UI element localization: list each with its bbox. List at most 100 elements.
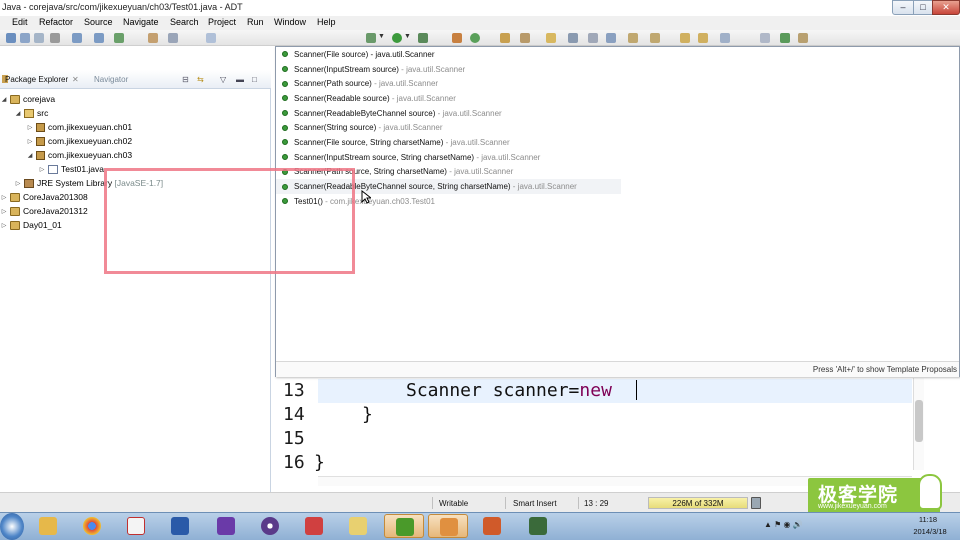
search-icon[interactable] xyxy=(546,33,556,43)
back-icon[interactable] xyxy=(698,33,708,43)
new-java-project-icon[interactable] xyxy=(452,33,462,43)
proposal-item[interactable]: Scanner(Path source) - java.util.Scanner xyxy=(276,76,621,91)
close-button[interactable]: ✕ xyxy=(932,0,960,15)
open-task-icon[interactable] xyxy=(520,33,530,43)
forward-icon[interactable] xyxy=(720,33,730,43)
run-icon[interactable] xyxy=(392,33,402,43)
menu-help[interactable]: Help xyxy=(317,17,336,27)
tree-item-package-ch03[interactable]: ◢ com.jikexueyuan.ch03 xyxy=(0,148,271,162)
collapsed-arrow-icon[interactable]: ▷ xyxy=(14,180,22,187)
debug-icon[interactable] xyxy=(366,33,376,43)
clock-time[interactable]: 11:18 xyxy=(908,515,948,524)
minimize-button[interactable]: ‒ xyxy=(892,0,914,15)
line-number: 13 xyxy=(283,380,305,401)
proposal-item[interactable]: Scanner(File source, String charsetName)… xyxy=(276,135,621,150)
toggle-mark-icon[interactable] xyxy=(568,33,578,43)
status-writable: Writable xyxy=(439,499,469,508)
previous-annotation-icon[interactable] xyxy=(650,33,660,43)
taskbar-acrobat[interactable] xyxy=(116,514,156,538)
collapsed-arrow-icon[interactable]: ▷ xyxy=(0,194,8,201)
taskbar-eclipse[interactable] xyxy=(250,514,290,538)
new-package-icon[interactable] xyxy=(470,33,480,43)
menu-navigate[interactable]: Navigate xyxy=(123,17,159,27)
taskbar-visual-studio[interactable] xyxy=(206,514,246,538)
save-all-icon[interactable] xyxy=(34,33,44,43)
taskbar-dreamweaver[interactable] xyxy=(518,514,558,538)
save-icon[interactable] xyxy=(20,33,30,43)
last-edit-icon[interactable] xyxy=(680,33,690,43)
external-tools-icon[interactable] xyxy=(418,33,428,43)
clock-date[interactable]: 2014/3/18 xyxy=(904,527,956,536)
tab-package-explorer[interactable]: Package Explorer xyxy=(5,75,68,84)
tree-item-package-ch01[interactable]: ▷ com.jikexueyuan.ch01 xyxy=(0,120,271,134)
code-line[interactable]: Scanner scanner=new xyxy=(406,380,612,401)
maximize-button[interactable]: □ xyxy=(913,0,933,15)
tab-navigator[interactable]: Navigator xyxy=(94,75,128,84)
expanded-arrow-icon[interactable]: ◢ xyxy=(0,96,8,103)
open-perspective-icon[interactable] xyxy=(780,33,790,43)
taskbar-word[interactable] xyxy=(160,514,200,538)
taskbar-chrome[interactable] xyxy=(72,514,112,538)
view-menu-icon[interactable]: ▽ xyxy=(220,75,226,84)
collapse-all-icon[interactable]: ⊟ xyxy=(182,75,189,84)
lint-icon[interactable] xyxy=(114,33,124,43)
taskbar-file-manager[interactable] xyxy=(294,514,334,538)
proposal-item[interactable]: Scanner(InputStream source, String chars… xyxy=(276,150,621,165)
block-selection-icon[interactable] xyxy=(606,33,616,43)
heap-status-text: 226M of 332M xyxy=(672,499,724,508)
proposal-item[interactable]: Scanner(ReadableByteChannel source) - ja… xyxy=(276,106,621,121)
collapsed-arrow-icon[interactable]: ▷ xyxy=(38,166,46,173)
proposal-item[interactable]: Scanner(Readable source) - java.util.Sca… xyxy=(276,91,621,106)
new-icon[interactable] xyxy=(6,33,16,43)
garbage-collect-icon[interactable] xyxy=(751,497,761,509)
taskbar-powerpoint[interactable] xyxy=(472,514,512,538)
proposal-signature: Scanner(Path source) xyxy=(294,79,372,89)
minimize-view-icon[interactable] xyxy=(760,33,770,43)
debug-config-icon[interactable] xyxy=(148,33,158,43)
taskbar-people[interactable] xyxy=(428,514,468,538)
next-annotation-icon[interactable] xyxy=(628,33,638,43)
java-perspective-icon[interactable] xyxy=(798,33,808,43)
show-whitespace-icon[interactable] xyxy=(588,33,598,43)
menu-search[interactable]: Search xyxy=(170,17,199,27)
debug-dropdown-icon[interactable]: ▼ xyxy=(378,33,385,40)
collapsed-arrow-icon[interactable]: ▷ xyxy=(26,138,34,145)
code-line[interactable]: } xyxy=(362,404,373,425)
menu-window[interactable]: Window xyxy=(274,17,306,27)
collapsed-arrow-icon[interactable]: ▷ xyxy=(26,124,34,131)
tree-item-corejava[interactable]: ◢ corejava xyxy=(0,92,271,106)
expanded-arrow-icon[interactable]: ◢ xyxy=(26,152,34,159)
scrollbar-thumb[interactable] xyxy=(915,400,923,442)
taskbar-json-editor[interactable] xyxy=(384,514,424,538)
expanded-arrow-icon[interactable]: ◢ xyxy=(14,110,22,117)
minimize-view-icon[interactable]: ▬ xyxy=(236,75,244,84)
taskbar-folder[interactable] xyxy=(338,514,378,538)
project-icon xyxy=(10,206,20,216)
menu-edit[interactable]: Edit xyxy=(12,17,28,27)
start-button-icon[interactable] xyxy=(0,513,24,540)
system-tray-icons[interactable]: ▲ ⚑ ◉ 🔊 xyxy=(764,520,804,532)
code-line[interactable]: } xyxy=(314,452,325,473)
print-icon[interactable] xyxy=(50,33,60,43)
avd-manager-icon[interactable] xyxy=(94,33,104,43)
taskbar-explorer[interactable] xyxy=(28,514,68,538)
new-class-icon[interactable] xyxy=(500,33,510,43)
android-sdk-icon[interactable] xyxy=(72,33,82,43)
proposal-item[interactable]: Scanner(File source) - java.util.Scanner xyxy=(276,47,621,62)
maximize-view-icon[interactable]: □ xyxy=(252,75,257,84)
menu-project[interactable]: Project xyxy=(208,17,236,27)
collapsed-arrow-icon[interactable]: ▷ xyxy=(0,208,8,215)
tree-item-package-ch02[interactable]: ▷ com.jikexueyuan.ch02 xyxy=(0,134,271,148)
run-dropdown-icon[interactable]: ▼ xyxy=(404,33,411,40)
link-with-editor-icon[interactable]: ⇆ xyxy=(197,75,204,84)
tree-item-src[interactable]: ◢ src xyxy=(0,106,271,120)
tab-close-icon[interactable]: ✕ xyxy=(72,75,79,84)
collapsed-arrow-icon[interactable]: ▷ xyxy=(0,222,8,229)
menu-refactor[interactable]: Refactor xyxy=(39,17,73,27)
proposal-item[interactable]: Scanner(String source) - java.util.Scann… xyxy=(276,120,621,135)
skip-breakpoints-icon[interactable] xyxy=(168,33,178,43)
proposal-item[interactable]: Scanner(InputStream source) - java.util.… xyxy=(276,62,621,77)
menu-run[interactable]: Run xyxy=(247,17,264,27)
open-type-icon[interactable] xyxy=(206,33,216,43)
menu-source[interactable]: Source xyxy=(84,17,113,27)
